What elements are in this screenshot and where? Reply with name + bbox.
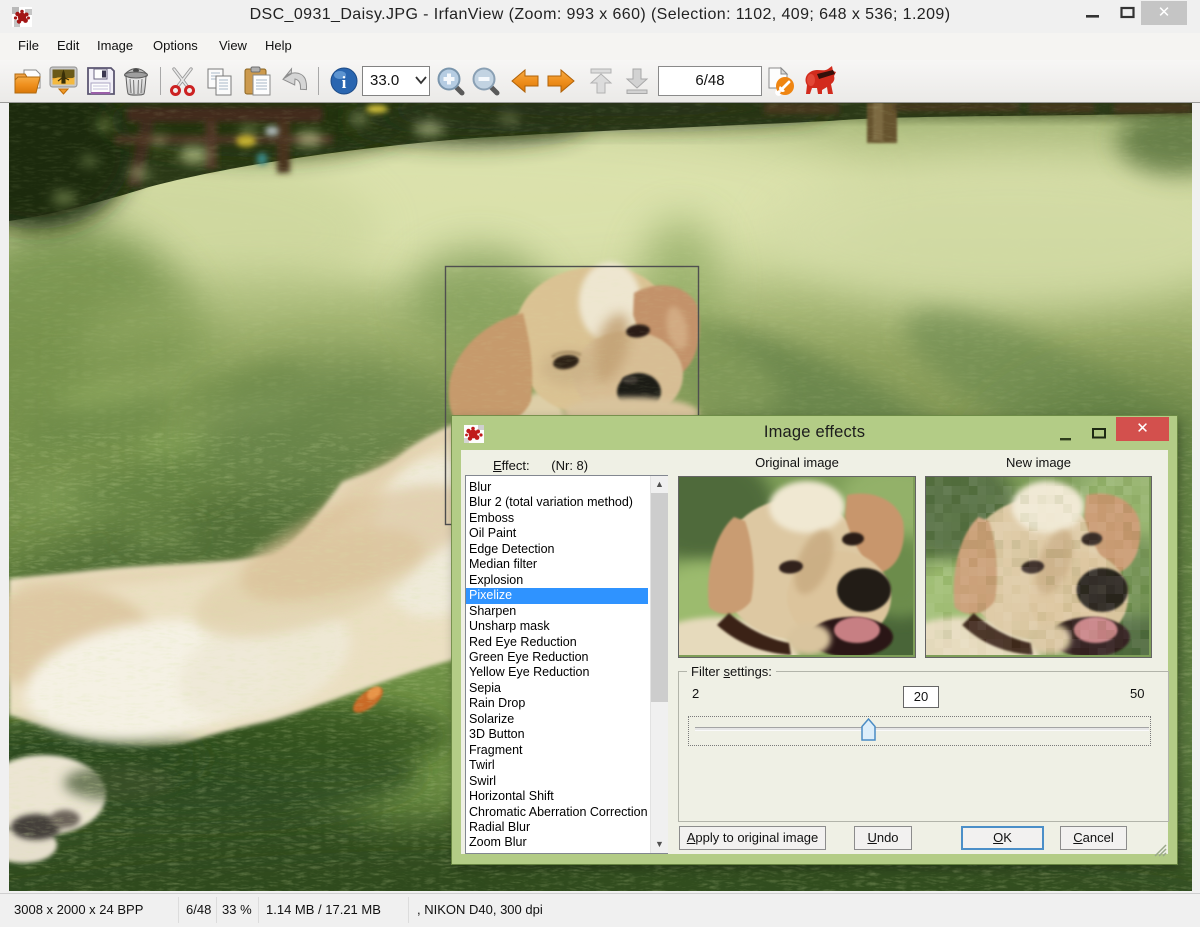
- svg-text:i: i: [342, 73, 347, 92]
